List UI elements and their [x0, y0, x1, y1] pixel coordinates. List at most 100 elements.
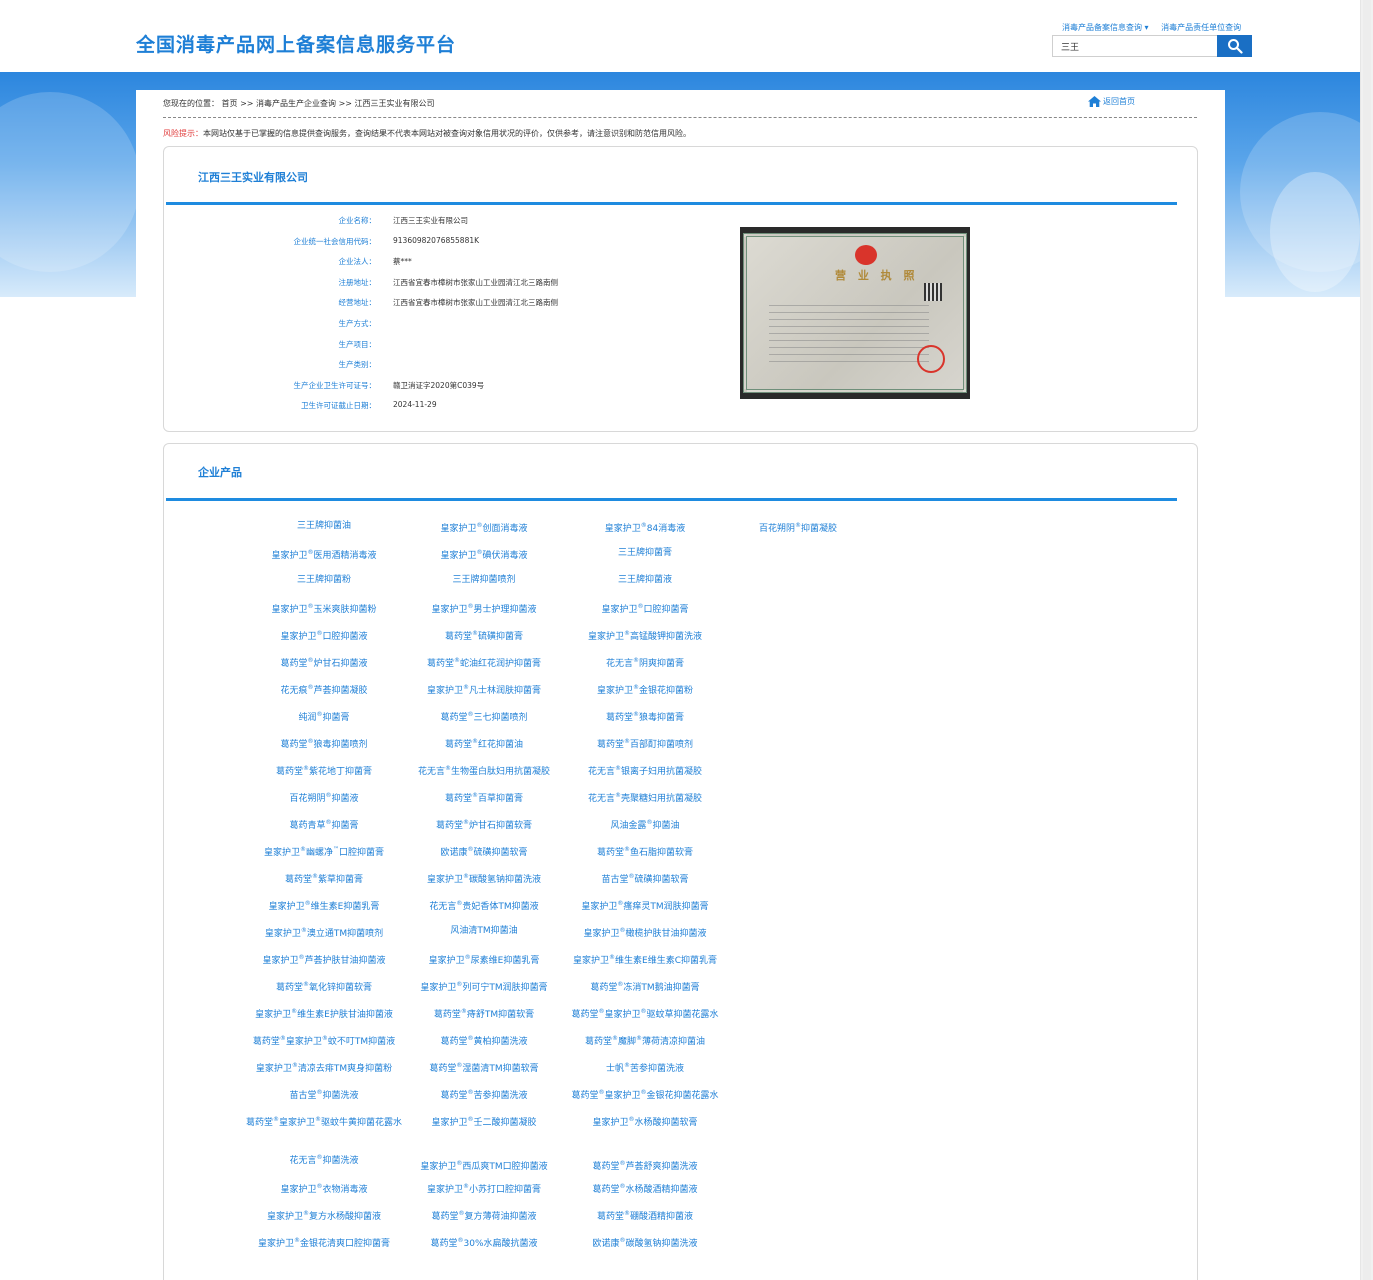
filing-query-link[interactable]: 消毒产品备案信息查询 ▾	[1062, 23, 1149, 32]
product-link[interactable]: 葛药堂®皇家护卫®金银花抑菌花露水	[559, 1087, 731, 1102]
product-link[interactable]: 皇家护卫®橄榄护肤甘油抑菌液	[559, 925, 731, 940]
product-link[interactable]: 葛药堂®痔舒TM抑菌软膏	[398, 1006, 570, 1021]
breadcrumb-home[interactable]: 首页	[222, 99, 238, 108]
product-link[interactable]: 葛药堂®氧化锌抑菌软膏	[238, 979, 410, 994]
product-link[interactable]: 葛药堂®水杨酸酒精抑菌液	[559, 1181, 731, 1196]
product-link[interactable]: 皇家护卫®清凉去痱TM爽身抑菌粉	[238, 1060, 410, 1075]
official-seal-icon	[917, 345, 945, 373]
product-link[interactable]: 花无言®壳聚糖妇用抗菌凝胶	[559, 790, 731, 805]
scrollbar-thumb[interactable]	[1363, 0, 1371, 1280]
product-link[interactable]: 风油金露®抑菌油	[559, 817, 731, 832]
product-link[interactable]: 葛药堂®紫花地丁抑菌膏	[238, 763, 410, 778]
product-link[interactable]: 皇家护卫®西瓜爽TM口腔抑菌液	[398, 1158, 570, 1173]
product-link[interactable]: 皇家护卫®碘伏消毒液	[398, 547, 570, 562]
product-link[interactable]: 士帆®苦参抑菌洗液	[559, 1060, 731, 1075]
product-link[interactable]: 皇家护卫®维生素E护肤甘油抑菌液	[238, 1006, 410, 1021]
product-link[interactable]: 皇家护卫®维生素E抑菌乳膏	[238, 898, 410, 913]
product-link[interactable]: 皇家护卫®列可宁TM润肤抑菌膏	[398, 979, 570, 994]
product-link[interactable]: 皇家护卫®高锰酸钾抑菌洗液	[559, 628, 731, 643]
product-link[interactable]: 皇家护卫®尿素维E抑菌乳膏	[398, 952, 570, 967]
product-link[interactable]: 苗古堂®抑菌洗液	[238, 1087, 410, 1102]
product-link[interactable]: 皇家护卫®金银花抑菌粉	[559, 682, 731, 697]
product-link[interactable]: 皇家护卫®医用酒精消毒液	[238, 547, 410, 562]
product-link[interactable]: 葛药堂®蛇油红花润护抑菌膏	[398, 655, 570, 670]
field-value: 赣卫消证字2020第C039号	[393, 380, 485, 390]
scrollbar[interactable]	[1360, 0, 1373, 1280]
product-link[interactable]: 皇家护卫®瘙痒灵TM润肤抑菌膏	[559, 898, 731, 913]
product-link[interactable]: 风油清TM抑菌油	[398, 925, 570, 937]
product-link[interactable]: 苗古堂®硫磺抑菌软膏	[559, 871, 731, 886]
search-button[interactable]	[1217, 35, 1252, 57]
product-link[interactable]: 葛药堂®三七抑菌喷剂	[398, 709, 570, 724]
product-link[interactable]: 皇家护卫®小苏打口腔抑菌膏	[398, 1181, 570, 1196]
product-link[interactable]: 欧诺康®碳酸氢钠抑菌洗液	[559, 1235, 731, 1250]
product-link[interactable]: 欧诺康®硫磺抑菌软膏	[398, 844, 570, 859]
product-link[interactable]: 葛药堂®30%水扁酸抗菌液	[398, 1235, 570, 1250]
company-field-row: 生产方式：	[164, 318, 764, 332]
site-title[interactable]: 全国消毒产品网上备案信息服务平台	[136, 30, 456, 57]
product-link[interactable]: 葛药堂®鱼石脂抑菌软膏	[559, 844, 731, 859]
product-link[interactable]: 葛药堂®狼毒抑菌喷剂	[238, 736, 410, 751]
product-link[interactable]: 皇家护卫®维生素E维生素C抑菌乳膏	[559, 952, 731, 967]
product-link[interactable]: 三王牌抑菌粉	[238, 574, 410, 586]
product-link[interactable]: 葛药堂®复方薄荷油抑菌液	[398, 1208, 570, 1223]
product-link[interactable]: 葛药堂®百草抑菌膏	[398, 790, 570, 805]
product-link[interactable]: 葛药堂®魔脚®薄荷清凉抑菌油	[559, 1033, 731, 1048]
back-home-link[interactable]: 返回首页	[1088, 96, 1135, 107]
product-link[interactable]: 花无痕®芦荟抑菌凝胶	[238, 682, 410, 697]
product-link[interactable]: 皇家护卫®84消毒液	[559, 520, 731, 535]
field-label: 企业名称：	[338, 216, 377, 225]
product-link[interactable]: 皇家护卫®芦荟护肤甘油抑菌液	[238, 952, 410, 967]
product-link[interactable]: 纯润®抑菌膏	[238, 709, 410, 724]
product-link[interactable]: 皇家护卫®玉米爽肤抑菌粉	[238, 601, 410, 616]
product-link[interactable]: 三王牌抑菌膏	[559, 547, 731, 559]
product-link[interactable]: 葛药堂®黄柏抑菌洗液	[398, 1033, 570, 1048]
home-icon	[1088, 96, 1101, 107]
product-link[interactable]: 葛药堂®硫磺抑菌膏	[398, 628, 570, 643]
product-link[interactable]: 葛药堂®百部酊抑菌喷剂	[559, 736, 731, 751]
product-link[interactable]: 皇家护卫®凡士林润肤抑菌膏	[398, 682, 570, 697]
product-link[interactable]: 葛药堂®湿菌清TM抑菌软膏	[398, 1060, 570, 1075]
product-link[interactable]: 皇家护卫®口腔抑菌膏	[559, 601, 731, 616]
product-link[interactable]: 皇家护卫®澳立通TM抑菌喷剂	[238, 925, 410, 940]
product-link[interactable]: 花无言®阴爽抑菌膏	[559, 655, 731, 670]
product-link[interactable]: 花无言®生物蛋白肽妇用抗菌凝胶	[398, 763, 570, 778]
product-link[interactable]: 花无言®贵妃香体TM抑菌液	[398, 898, 570, 913]
product-link[interactable]: 葛药堂®芦荟舒爽抑菌洗液	[559, 1158, 731, 1173]
product-link[interactable]: 葛药青草®抑菌膏	[238, 817, 410, 832]
product-link[interactable]: 皇家护卫®男士护理抑菌液	[398, 601, 570, 616]
risk-label: 风险提示：	[163, 129, 203, 138]
product-link[interactable]: 百花朔阴®抑菌凝胶	[712, 520, 884, 535]
product-link[interactable]: 葛药堂®炉甘石抑菌液	[238, 655, 410, 670]
product-link[interactable]: 花无言®抑菌洗液	[238, 1152, 410, 1167]
breadcrumb-enterprise-query[interactable]: 消毒产品生产企业查询	[256, 99, 336, 108]
product-link[interactable]: 百花朔阴®抑菌液	[238, 790, 410, 805]
product-link[interactable]: 皇家护卫®碳酸氢钠抑菌洗液	[398, 871, 570, 886]
product-link[interactable]: 皇家护卫®口腔抑菌液	[238, 628, 410, 643]
product-link[interactable]: 三王牌抑菌液	[559, 574, 731, 586]
product-link[interactable]: 葛药堂®硼酸酒精抑菌液	[559, 1208, 731, 1223]
business-license-image[interactable]: 营 业 执 照	[740, 227, 970, 399]
product-link[interactable]: 皇家护卫®衣物消毒液	[238, 1181, 410, 1196]
product-link[interactable]: 葛药堂®皇家护卫®驱蚊草抑菌花露水	[559, 1006, 731, 1021]
product-link[interactable]: 葛药堂®炉甘石抑菌软膏	[398, 817, 570, 832]
product-link[interactable]: 皇家护卫®创面消毒液	[398, 520, 570, 535]
responsible-query-link[interactable]: 消毒产品责任单位查询	[1161, 23, 1241, 32]
product-link[interactable]: 皇家护卫®水杨酸抑菌软膏	[559, 1114, 731, 1129]
risk-notice: 风险提示：本网站仅基于已掌握的信息提供查询服务，查询结果不代表本网站对被查询对象…	[163, 128, 691, 139]
product-link[interactable]: 皇家护卫®壬二酸抑菌凝胶	[398, 1114, 570, 1129]
product-link[interactable]: 葛药堂®红花抑菌油	[398, 736, 570, 751]
product-link[interactable]: 三王牌抑菌油	[238, 520, 410, 532]
product-link[interactable]: 皇家护卫®幽螺净™口腔抑菌膏	[238, 844, 410, 859]
product-link[interactable]: 葛药堂®皇家护卫®驱蚊牛黄抑菌花露水	[238, 1114, 410, 1129]
product-link[interactable]: 皇家护卫®复方水杨酸抑菌液	[238, 1208, 410, 1223]
product-link[interactable]: 葛药堂®冻消TM鹅油抑菌膏	[559, 979, 731, 994]
product-link[interactable]: 葛药堂®紫草抑菌膏	[238, 871, 410, 886]
product-link[interactable]: 皇家护卫®金银花清爽口腔抑菌膏	[238, 1235, 410, 1250]
search-input[interactable]: 三王	[1052, 35, 1218, 57]
product-link[interactable]: 三王牌抑菌喷剂	[398, 574, 570, 586]
product-link[interactable]: 花无言®银离子妇用抗菌凝胶	[559, 763, 731, 778]
product-link[interactable]: 葛药堂®狼毒抑菌膏	[559, 709, 731, 724]
product-link[interactable]: 葛药堂®皇家护卫®蚊不叮TM抑菌液	[238, 1033, 410, 1048]
product-link[interactable]: 葛药堂®苦参抑菌洗液	[398, 1087, 570, 1102]
